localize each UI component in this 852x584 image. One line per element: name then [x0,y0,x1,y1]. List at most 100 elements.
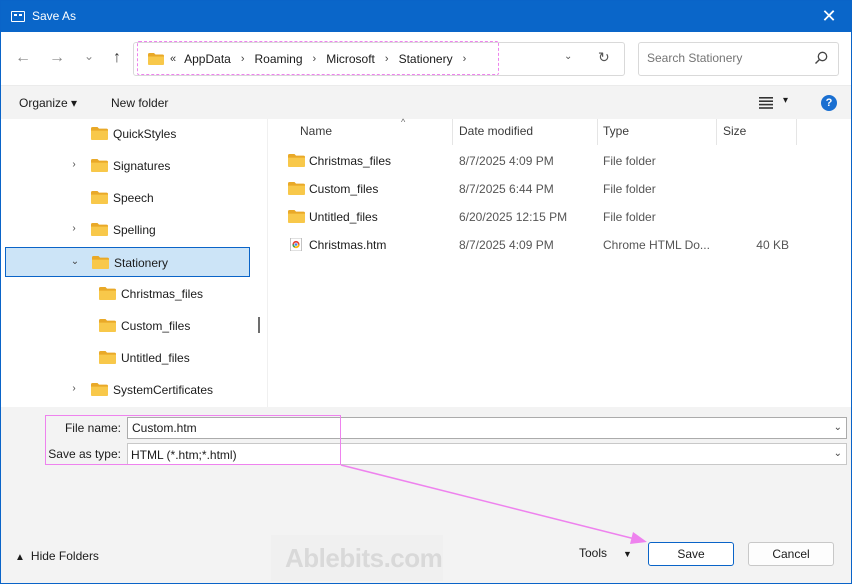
dialog-title: Save As [32,9,77,23]
tree-item-label: SystemCertificates [113,383,214,397]
save-as-type-dropdown[interactable]: ⌄ [834,448,842,459]
hide-folders-button[interactable]: ▲ Hide Folders [15,549,99,563]
column-date-modified[interactable]: Date modified [459,119,595,145]
chrome-html-icon [290,238,302,251]
tools-caret-icon: ▼ [623,549,632,559]
tree-item-systemcertificates[interactable]: › SystemCertificates [5,375,250,405]
expand-chevron-icon[interactable]: › [69,223,79,234]
sort-ascending-icon: ^ [401,117,406,127]
column-date-label: Date modified [459,124,534,138]
column-type[interactable]: Type [603,119,715,145]
recent-locations-dropdown[interactable]: ⌄ [79,46,99,66]
help-icon[interactable]: ? [821,95,837,111]
cancel-button[interactable]: Cancel [748,542,834,566]
file-name: Christmas_files [309,154,392,168]
column-size[interactable]: Size [723,119,793,145]
folder-icon [92,256,109,269]
change-view-button[interactable]: ▾ [759,95,795,111]
tree-item-spelling[interactable]: › Spelling [5,215,250,245]
tree-item-label: QuickStyles [113,127,177,141]
save-button[interactable]: Save [648,542,734,566]
file-date-modified: 8/7/2025 6:44 PM [459,182,554,196]
column-separator[interactable] [716,119,717,145]
file-type: File folder [603,210,656,224]
view-options-caret[interactable]: ▾ [783,95,788,106]
tree-item-quickstyles[interactable]: QuickStyles [5,119,250,149]
collapse-caret-icon: ▲ [15,552,25,563]
folder-icon [99,319,116,332]
folder-icon [288,182,305,195]
refresh-icon[interactable]: ↻ [598,49,610,66]
tree-scrollbar[interactable] [258,317,260,333]
file-row[interactable]: Custom_files 8/7/2025 6:44 PM File folder [288,177,828,201]
address-dropdown[interactable]: ⌄ [564,51,572,62]
tree-item-label: Custom_files [121,319,191,333]
search-input[interactable] [647,51,807,65]
file-date-modified: 6/20/2025 12:15 PM [459,210,568,224]
dialog-app-icon [11,11,25,22]
file-type: File folder [603,182,656,196]
new-folder-button[interactable]: New folder [111,96,168,110]
folder-icon [288,154,305,167]
tree-item-label: Stationery [114,256,169,270]
search-box[interactable] [638,42,839,76]
file-size: 40 KB [756,238,789,252]
hide-folders-label: Hide Folders [30,549,99,563]
file-name: Untitled_files [309,210,378,224]
file-type: File folder [603,154,656,168]
tools-label: Tools [579,546,608,560]
column-type-label: Type [603,124,630,138]
tree-item-custom-files[interactable]: Custom_files [5,311,250,341]
back-button[interactable]: ← [13,48,33,68]
search-icon[interactable] [814,51,828,65]
file-name-dropdown[interactable]: ⌄ [834,422,842,433]
folder-icon [91,223,108,236]
expand-chevron-icon[interactable]: ⌄ [70,256,80,267]
file-row[interactable]: Christmas_files 8/7/2025 4:09 PM File fold… [288,149,828,173]
tree-item-stationery[interactable]: ⌄ Stationery [5,247,250,277]
fields-highlight-annotation [45,415,341,465]
file-name: Custom_files [309,182,379,196]
column-separator[interactable] [796,119,797,145]
folder-icon [99,287,116,300]
folder-icon [91,127,108,140]
folder-icon [288,210,305,223]
command-bar: Organize ▾ New folder ▾ ? [1,85,851,119]
column-name[interactable]: ^ Name [300,117,452,145]
file-date-modified: 8/7/2025 4:09 PM [459,154,554,168]
folder-icon [91,191,108,204]
expand-chevron-icon[interactable]: › [69,383,79,394]
file-row[interactable]: Untitled_files 6/20/2025 12:15 PM File fol… [288,205,828,229]
tree-item-signatures[interactable]: › Signatures [5,151,250,181]
file-list: ^ Name Date modified Type Size Christmas… [268,117,851,407]
address-highlight-annotation [137,41,499,75]
expand-chevron-icon[interactable]: › [69,159,79,170]
column-separator[interactable] [452,119,453,145]
title-bar: Save As ✕ [1,1,851,32]
watermark-logo: Ablebits.com [271,535,443,581]
forward-button[interactable]: → [47,48,67,68]
tree-item-label: Signatures [113,159,171,173]
close-button[interactable]: ✕ [807,1,851,32]
tree-item-untitled-files[interactable]: Untitled_files [5,343,250,373]
save-as-dialog: Save As ✕ ← → ⌄ ↑ « AppData › Roaming › … [0,0,852,584]
tree-item-christmas-files[interactable]: Christmas_files [5,279,250,309]
list-view-icon [759,97,773,109]
column-separator[interactable] [597,119,598,145]
navigation-tree: QuickStyles › Signatures Speech › Spelling ⌄ St… [1,119,267,407]
file-row[interactable]: Christmas.htm 8/7/2025 4:09 PM Chrome HTML… [288,233,828,257]
column-size-label: Size [723,124,747,138]
tools-menu[interactable]: Tools ▼ [579,546,632,560]
watermark-text: Ablebits.com [285,543,443,573]
dialog-footer: ▲ Hide Folders Ablebits.com Tools ▼ Save … [1,527,851,583]
file-name: Christmas.htm [309,238,387,252]
tree-item-label: Speech [113,191,154,205]
column-name-label: Name [300,124,333,138]
tree-item-label: Christmas_files [121,287,204,301]
folder-icon [99,351,116,364]
up-button[interactable]: ↑ [107,48,127,68]
tree-item-speech[interactable]: Speech [5,183,250,213]
organize-menu[interactable]: Organize ▾ [19,96,77,110]
folder-icon [91,383,108,396]
tree-item-label: Untitled_files [121,351,190,365]
